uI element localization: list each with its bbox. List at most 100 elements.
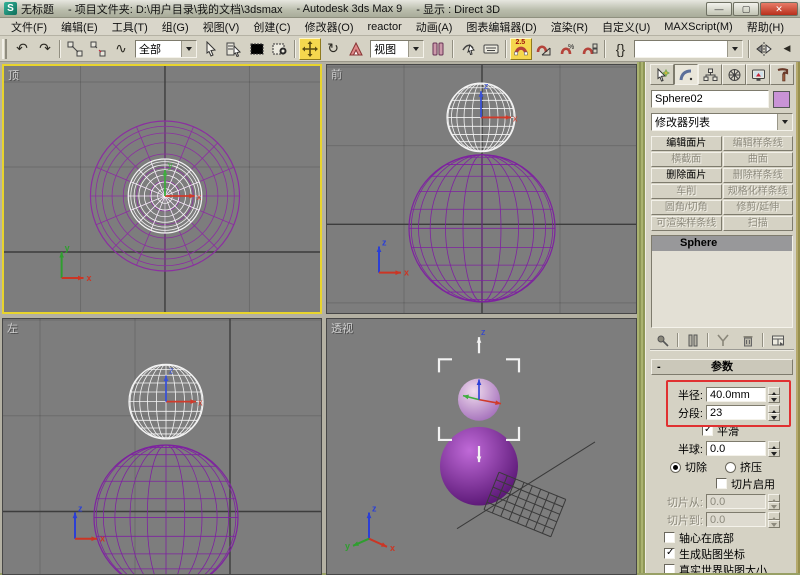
hemisphere-spinner[interactable] [768, 440, 780, 457]
surface-button[interactable]: 曲面 [722, 152, 793, 167]
menu-help[interactable]: 帮助(H) [740, 17, 791, 37]
select-by-name-button[interactable] [223, 37, 246, 60]
slice-on-checkbox[interactable]: 切片启用 [716, 477, 794, 491]
toolbar-grip[interactable] [2, 38, 7, 59]
tab-hierarchy[interactable] [698, 64, 722, 85]
tab-create[interactable] [650, 64, 674, 85]
modifier-stack-list[interactable]: Sphere [651, 235, 793, 328]
menu-maxscript[interactable]: MAXScript(M) [657, 19, 739, 35]
menu-create[interactable]: 创建(C) [246, 17, 297, 37]
menu-tools[interactable]: 工具(T) [105, 17, 155, 37]
spinner-up-icon[interactable] [768, 404, 780, 414]
menu-animation[interactable]: 动画(A) [409, 17, 460, 37]
selection-filter-dropdown[interactable]: 全部 [134, 39, 198, 58]
cross-section-button[interactable]: 横截面 [651, 152, 722, 167]
snap-toggle-button[interactable]: 2.5 [510, 37, 533, 60]
show-end-result-button[interactable] [682, 332, 704, 349]
segments-spinner[interactable] [768, 404, 780, 421]
maximize-button[interactable]: ▢ [733, 1, 759, 16]
undo-button[interactable]: ↶ [10, 37, 33, 60]
sweep-button[interactable]: 扫描 [722, 216, 793, 231]
unlink-button[interactable] [86, 37, 109, 60]
select-object-button[interactable] [200, 37, 223, 60]
remove-modifier-button[interactable] [737, 332, 759, 349]
viewport-canvas-left[interactable]: xzzx [3, 319, 321, 574]
select-and-move-button[interactable] [299, 37, 322, 60]
viewport-front[interactable]: x z z x 前 [326, 64, 637, 314]
base-to-pivot-checkbox[interactable]: 轴心在底部 [664, 531, 794, 545]
edit-named-selection-sets-button[interactable]: {} [609, 37, 632, 60]
configure-modifier-sets-button[interactable] [767, 332, 789, 349]
radius-field[interactable] [706, 387, 766, 402]
menu-reactor[interactable]: reactor [361, 19, 409, 35]
dropdown-arrow-icon[interactable] [777, 114, 792, 130]
dropdown-arrow-icon[interactable] [408, 40, 424, 57]
pin-stack-button[interactable] [652, 332, 674, 349]
radius-spinner[interactable] [768, 386, 780, 403]
spinner-up-icon[interactable] [768, 440, 780, 450]
dropdown-arrow-icon[interactable] [727, 40, 742, 57]
window-crossing-button[interactable] [269, 37, 292, 60]
chop-radio[interactable]: 切除 [670, 459, 707, 475]
modifier-list-dropdown[interactable]: 修改器列表 [651, 113, 793, 131]
spinner-down-icon[interactable] [768, 448, 780, 457]
make-unique-button[interactable] [712, 332, 734, 349]
close-button[interactable]: ✕ [760, 1, 798, 16]
tab-utilities[interactable] [770, 64, 794, 85]
menu-customize[interactable]: 自定义(U) [595, 17, 657, 37]
object-color-swatch[interactable] [773, 90, 790, 108]
reference-coordinate-dropdown[interactable]: 视图 [370, 39, 425, 58]
spinner-up-icon[interactable] [768, 386, 780, 396]
lathe-button[interactable]: 车削 [651, 184, 722, 199]
normalize-spline-button[interactable]: 规格化样条线 [722, 184, 793, 199]
viewport-top[interactable]: xyyx 顶 [2, 64, 322, 314]
select-and-scale-button[interactable] [345, 37, 368, 60]
parameters-rollout-header[interactable]: - 参数 [651, 359, 793, 375]
trim-extend-button[interactable]: 修剪/延伸 [722, 200, 793, 215]
select-and-rotate-button[interactable]: ↻ [322, 37, 345, 60]
percent-snap-button[interactable]: % [556, 37, 579, 60]
squash-radio[interactable]: 挤压 [725, 459, 762, 475]
edit-spline-button[interactable]: 编辑样条线 [722, 136, 793, 151]
mirror-button[interactable] [753, 37, 775, 60]
spinner-down-icon[interactable] [768, 394, 780, 403]
named-selection-dropdown[interactable] [634, 39, 743, 58]
keyboard-shortcut-override-button[interactable] [480, 37, 503, 60]
menu-group[interactable]: 组(G) [155, 17, 196, 37]
viewport-canvas-front[interactable]: x z z x [327, 65, 636, 313]
edit-patch-button[interactable]: 编辑面片 [651, 136, 722, 151]
viewport-left[interactable]: xzzx 左 [2, 318, 322, 575]
menu-file[interactable]: 文件(F) [4, 17, 54, 37]
angle-snap-button[interactable] [533, 37, 556, 60]
minimize-button[interactable]: — [706, 1, 732, 16]
segments-field[interactable] [706, 405, 766, 420]
stack-item-sphere[interactable]: Sphere [652, 236, 792, 251]
menu-graph-editors[interactable]: 图表编辑器(D) [459, 17, 543, 37]
menu-modifiers[interactable]: 修改器(O) [298, 17, 361, 37]
menu-rendering[interactable]: 渲染(R) [544, 17, 595, 37]
select-and-link-button[interactable] [63, 37, 86, 60]
tab-motion[interactable] [722, 64, 746, 85]
renderable-spline-button[interactable]: 可渲染样条线 [651, 216, 722, 231]
spinner-snap-button[interactable] [579, 37, 602, 60]
tab-modify[interactable] [674, 64, 698, 85]
fillet-chamfer-button[interactable]: 圆角/切角 [651, 200, 722, 215]
redo-button[interactable]: ↷ [33, 37, 56, 60]
object-name-field[interactable] [651, 90, 769, 108]
menu-views[interactable]: 视图(V) [196, 17, 247, 37]
menu-edit[interactable]: 编辑(E) [54, 17, 105, 37]
viewport-perspective[interactable]: z z x y 透视 [326, 318, 637, 575]
bind-to-spacewarp-button[interactable]: ∿ [109, 37, 132, 60]
spinner-down-icon[interactable] [768, 412, 780, 421]
generate-mapping-coords-checkbox[interactable]: 生成贴图坐标 [664, 547, 794, 561]
viewport-canvas-persp[interactable]: z z x y [327, 319, 636, 574]
smooth-checkbox[interactable]: 平滑 [702, 424, 794, 438]
select-and-manipulate-button[interactable] [457, 37, 480, 60]
tab-display[interactable] [746, 64, 770, 85]
hemisphere-field[interactable] [706, 441, 766, 456]
rectangular-selection-region-button[interactable] [246, 37, 269, 60]
use-pivot-center-button[interactable] [427, 37, 450, 60]
real-world-map-size-checkbox[interactable]: 真实世界贴图大小 [664, 563, 794, 573]
viewport-canvas-top[interactable]: xyyx [4, 66, 320, 312]
dropdown-arrow-icon[interactable] [181, 40, 197, 57]
